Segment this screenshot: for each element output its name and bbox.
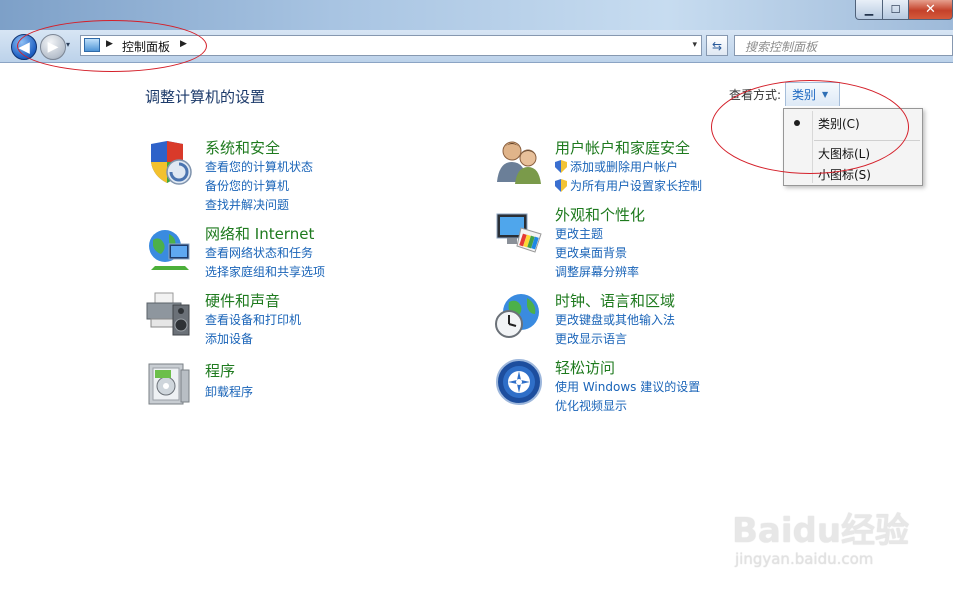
uac-shield-icon	[555, 179, 567, 192]
task-link[interactable]: 查找并解决问题	[205, 196, 289, 213]
task-link-label: 添加或删除用户帐户	[570, 160, 679, 174]
window-controls: ▁ ☐ ✕	[855, 0, 953, 20]
task-link[interactable]: 卸载程序	[205, 383, 253, 400]
globe-network-icon[interactable]	[145, 226, 193, 274]
globe-clock-icon[interactable]	[495, 292, 543, 340]
task-link[interactable]: 查看您的计算机状态	[205, 158, 313, 175]
task-link[interactable]: 调整屏幕分辨率	[555, 263, 639, 280]
category-title[interactable]: 程序	[205, 360, 235, 381]
minimize-button[interactable]: ▁	[855, 0, 883, 20]
annotation-ellipse	[17, 20, 207, 72]
task-link[interactable]: 更改显示语言	[555, 330, 627, 347]
annotation-ellipse	[711, 80, 909, 174]
address-dropdown-icon[interactable]: ▾	[692, 40, 697, 50]
category-title[interactable]: 时钟、语言和区域	[555, 290, 675, 311]
search-input[interactable]: 搜索控制面板	[734, 35, 953, 56]
search-placeholder: 搜索控制面板	[745, 40, 818, 54]
monitor-palette-icon[interactable]	[495, 208, 543, 256]
task-link[interactable]: 添加设备	[205, 330, 253, 347]
maximize-button[interactable]: ☐	[883, 0, 909, 20]
category-title[interactable]: 轻松访问	[555, 357, 615, 378]
task-link[interactable]: 选择家庭组和共享选项	[205, 263, 325, 280]
category-title[interactable]: 系统和安全	[205, 137, 280, 158]
task-link[interactable]: 使用 Windows 建议的设置	[555, 378, 700, 395]
refresh-button[interactable]: ⇆	[706, 35, 728, 56]
close-button[interactable]: ✕	[909, 0, 953, 20]
category-title[interactable]: 外观和个性化	[555, 204, 645, 225]
task-link[interactable]: 查看网络状态和任务	[205, 244, 313, 261]
program-box-icon[interactable]	[145, 360, 193, 408]
watermark-logo: Baidu经验	[732, 511, 910, 551]
task-link[interactable]: 查看设备和打印机	[205, 311, 301, 328]
ease-of-access-icon[interactable]	[495, 358, 543, 406]
task-link[interactable]: 更改桌面背景	[555, 244, 627, 261]
task-link[interactable]: 备份您的计算机	[205, 177, 289, 194]
category-title[interactable]: 用户帐户和家庭安全	[555, 137, 690, 158]
category-title[interactable]: 网络和 Internet	[205, 223, 314, 244]
page-title: 调整计算机的设置	[145, 88, 266, 106]
task-link[interactable]: 添加或删除用户帐户	[555, 158, 678, 175]
users-icon[interactable]	[495, 138, 543, 186]
task-link-label: 为所有用户设置家长控制	[570, 179, 703, 193]
task-link[interactable]: 更改键盘或其他输入法	[555, 311, 675, 328]
shield-pc-icon[interactable]	[145, 138, 193, 186]
watermark-url: jingyan.baidu.com	[735, 550, 874, 568]
category-title[interactable]: 硬件和声音	[205, 290, 280, 311]
uac-shield-icon	[555, 160, 567, 173]
task-link[interactable]: 为所有用户设置家长控制	[555, 177, 702, 194]
printer-speaker-icon[interactable]	[145, 291, 193, 339]
task-link[interactable]: 更改主题	[555, 225, 603, 242]
task-link[interactable]: 优化视频显示	[555, 397, 627, 414]
